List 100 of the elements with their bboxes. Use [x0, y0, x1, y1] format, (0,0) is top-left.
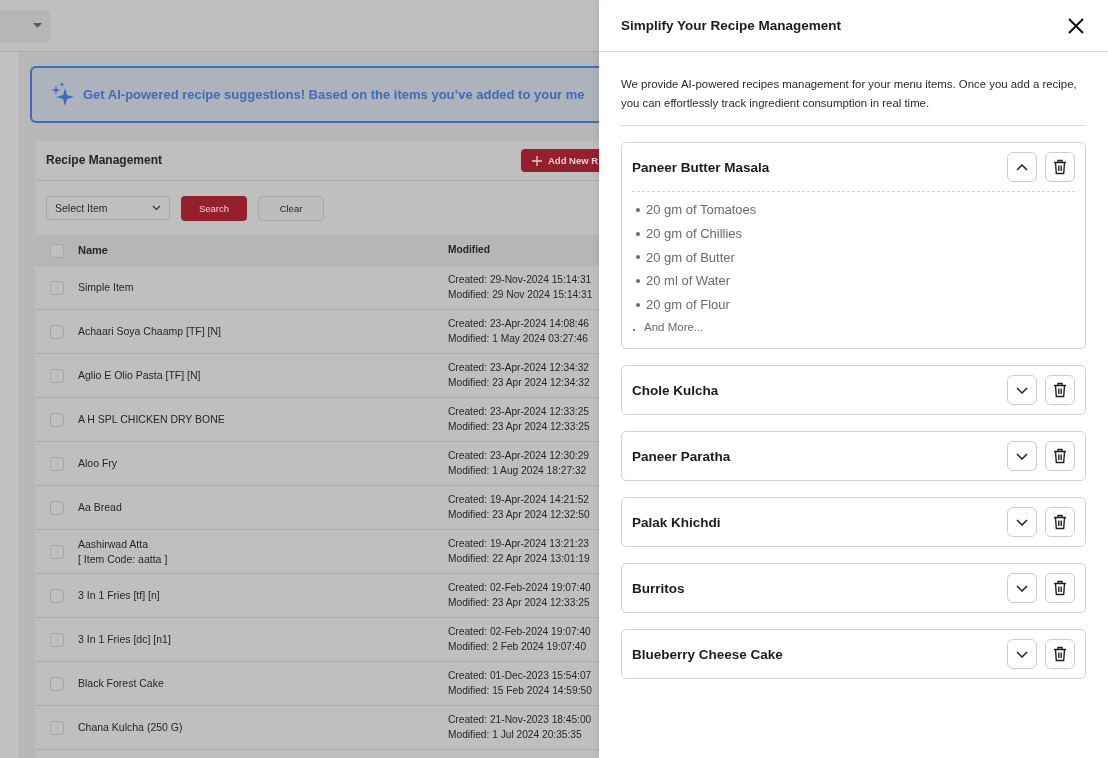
created-date: Created: 23-Apr-2024 14:08:46 [448, 318, 591, 331]
sparkle-icon [50, 82, 74, 107]
expand-toggle-button[interactable] [1007, 573, 1037, 604]
delete-button[interactable] [1045, 152, 1075, 182]
bullet-icon [636, 207, 640, 212]
ingredient-text: 20 gm of Chillies [646, 226, 743, 242]
expand-toggle-button[interactable] [1007, 507, 1037, 538]
modified-date: Modified: 23 Apr 2024 12:32:50 [448, 508, 591, 521]
created-date: Created: 21-Nov-2023 18:45:00 [448, 714, 593, 727]
trash-icon [1053, 646, 1067, 663]
checkbox[interactable] [49, 368, 64, 383]
plus-icon [532, 155, 542, 166]
modified-date: Modified: 29 Nov 2024 15:14:31 [448, 288, 594, 301]
item-name: Chana Kulcha (250 G) [78, 721, 184, 734]
item-name: Simple Item [78, 281, 135, 294]
trash-icon [1053, 580, 1067, 597]
checkbox[interactable] [49, 588, 64, 603]
expand-toggle-button[interactable] [1007, 639, 1037, 670]
bullet-icon [636, 255, 640, 260]
chevron-up-icon [1016, 163, 1028, 171]
item-name: Aloo Fry [78, 457, 119, 470]
recipe-name: Blueberry Cheese Cake [632, 646, 784, 662]
created-date: Created: 23-Apr-2024 12:33:25 [448, 406, 591, 419]
created-date: Created: 23-Apr-2024 12:30:29 [448, 450, 591, 463]
modified-date: Modified: 1 May 2024 03:27:46 [448, 332, 589, 345]
caret-icon [33, 23, 42, 28]
delete-button[interactable] [1045, 639, 1075, 670]
column-header: Name [78, 243, 109, 258]
ingredient-text: 20 ml of Water [646, 273, 731, 289]
clear-button[interactable]: Clear [258, 195, 324, 221]
checkbox[interactable] [49, 324, 64, 339]
recipe-name: Palak Khichdi [632, 514, 722, 530]
ingredient-text: 20 gm of Flour [646, 297, 730, 313]
expand-toggle-button[interactable] [1007, 152, 1037, 182]
created-date: Created: 02-Feb-2024 19:07:40 [448, 582, 592, 595]
drawer-title: Simplify Your Recipe Management [621, 18, 842, 33]
checkbox[interactable] [49, 720, 64, 735]
modified-date: Modified: 23 Apr 2024 12:33:25 [448, 420, 591, 433]
card-title: Recipe Management [46, 153, 163, 168]
recipe-name: Burritos [632, 580, 686, 596]
created-date: Created: 23-Apr-2024 12:34:32 [448, 362, 591, 375]
banner-text: Get AI-powered recipe suggestions! Based on the items you’ve added to your me [83, 86, 585, 103]
modified-date: Modified: 2 Feb 2024 19:07:40 [448, 640, 588, 653]
item-name: Aashirwad Atta [78, 537, 150, 551]
checkbox[interactable] [49, 243, 64, 258]
created-date: Created: 19-Apr-2024 13:21:23 [448, 538, 591, 551]
item-name: Achaari Soya Chaamp [TF] [N] [78, 325, 222, 338]
created-date: Created: 01-Dec-2023 15:54:07 [448, 670, 593, 683]
created-date: Created: 29-Nov-2024 15:14:31 [448, 274, 593, 287]
item-select[interactable]: Select Item [46, 196, 170, 220]
checkbox[interactable] [49, 500, 64, 515]
chevron-down-icon [1016, 518, 1028, 526]
delete-button[interactable] [1045, 507, 1075, 538]
ingredient-text: 20 gm of Butter [646, 249, 735, 265]
trash-icon [1053, 448, 1067, 465]
add-recipe-button[interactable]: Add New R [521, 149, 599, 172]
chevron-down-icon [1016, 650, 1028, 658]
item-name: Aglio E Olio Pasta [TF] [N] [78, 369, 202, 382]
item-name: Black Forest Cake [78, 677, 165, 690]
bullet-icon [636, 302, 640, 307]
bullet-icon [636, 278, 640, 283]
modified-date: Modified: 22 Apr 2024 13:01:19 [448, 552, 591, 565]
expand-toggle-button[interactable] [1007, 375, 1037, 406]
modified-date: Modified: 15 Feb 2024 14:59:50 [448, 684, 593, 697]
checkbox[interactable] [49, 412, 64, 427]
close-button[interactable] [1067, 16, 1085, 35]
item-name: A H SPL CHICKEN DRY BONE [78, 413, 226, 426]
recipe-name: Paneer Paratha [632, 448, 732, 464]
checkbox[interactable] [49, 676, 64, 691]
close-icon [1067, 16, 1085, 35]
chevron-down-icon [1016, 452, 1028, 460]
checkbox[interactable] [49, 632, 64, 647]
checkbox[interactable] [49, 544, 64, 559]
modified-date: Modified: 23 Apr 2024 12:34:32 [448, 376, 591, 389]
checkbox[interactable] [49, 456, 64, 471]
bullet-icon [636, 231, 640, 236]
chevron-down-icon [1016, 386, 1028, 394]
column-header: Modified [448, 244, 491, 257]
recipe-name: Paneer Butter Masala [632, 159, 771, 175]
created-date: Created: 19-Apr-2024 14:21:52 [448, 494, 591, 507]
modified-date: Modified: 1 Jul 2024 20:35:35 [448, 728, 583, 741]
delete-button[interactable] [1045, 375, 1075, 406]
item-name: 3 In 1 Fries [tf] [n] [78, 589, 161, 602]
trash-icon [1053, 382, 1067, 399]
item-name: Aa Bread [78, 501, 123, 514]
chevron-down-icon [152, 205, 161, 211]
delete-button[interactable] [1045, 441, 1075, 472]
drawer-description: We provide AI-powered recipes management for your menu items. Once you add a recipe, you can effortlessly track ingredient consumption in real time. [621, 75, 1086, 126]
recipe-name: Chole Kulcha [632, 382, 720, 398]
expand-toggle-button[interactable] [1007, 441, 1037, 472]
modified-date: Modified: 1 Aug 2024 18:27:32 [448, 464, 588, 477]
trash-icon [1053, 159, 1067, 175]
delete-button[interactable] [1045, 573, 1075, 604]
created-date: Created: 02-Feb-2024 19:07:40 [448, 626, 592, 639]
checkbox[interactable] [49, 280, 64, 295]
more-link[interactable]: And More... [644, 321, 704, 334]
search-button[interactable]: Search [181, 195, 247, 221]
chevron-down-icon [1016, 584, 1028, 592]
trash-icon [1053, 514, 1067, 531]
item-name: 3 In 1 Fries [dc] [n1] [78, 633, 172, 646]
